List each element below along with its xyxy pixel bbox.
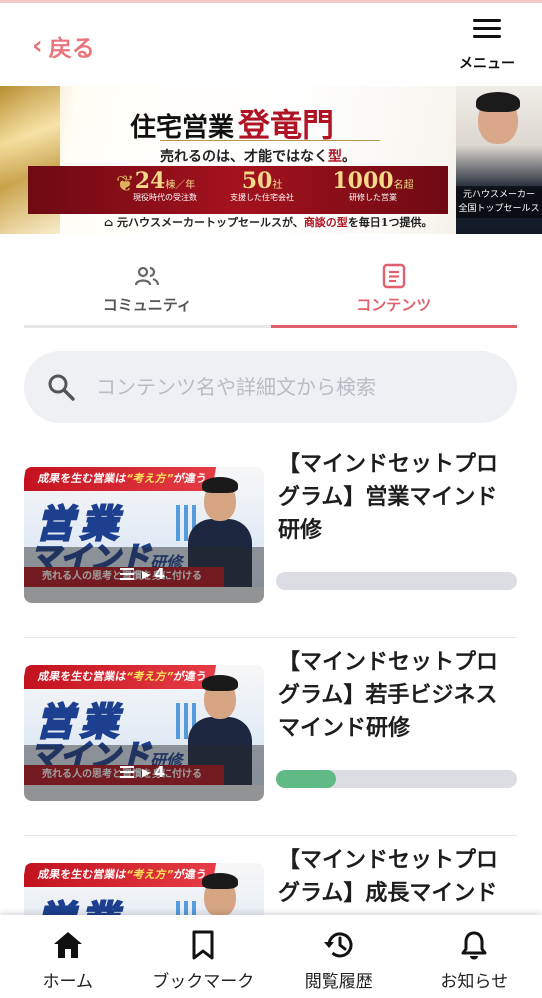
search-icon bbox=[46, 372, 84, 402]
history-icon bbox=[271, 929, 407, 961]
bookmark-icon bbox=[136, 929, 272, 961]
tab-community[interactable]: コミュニティ bbox=[24, 262, 271, 325]
tab-contents-label: コンテンツ bbox=[356, 296, 432, 314]
laurel-icon: ❦ bbox=[116, 172, 135, 197]
nav-bookmark[interactable]: ブックマーク bbox=[136, 915, 272, 998]
nav-home-label: ホーム bbox=[42, 972, 94, 992]
back-button[interactable]: ‹ 戻る bbox=[32, 29, 95, 63]
hamburger-icon bbox=[473, 17, 501, 39]
progress-bar bbox=[276, 770, 517, 788]
bell-icon bbox=[407, 929, 542, 961]
menu-label: メニュー bbox=[459, 56, 515, 72]
banner-person-photo: 元ハウスメーカー 全国トップセールス bbox=[456, 86, 542, 234]
content-thumbnail[interactable]: 成果を生む営業は“考え方”が違う 営業 マインド研修 売れる人の思考と習慣を身に… bbox=[24, 467, 264, 603]
bottom-navigation: ホーム ブックマーク 閲覧履歴 お知らせ bbox=[0, 915, 542, 998]
document-icon bbox=[271, 262, 518, 290]
content-item[interactable]: 成果を生む営業は“考え方”が違う 営業 マインド研修 売れる人の思考と習慣を身に… bbox=[24, 440, 517, 638]
person-caption-1: 元ハウスメーカー bbox=[462, 190, 535, 200]
list-icon bbox=[120, 765, 138, 779]
nav-notifications-label: お知らせ bbox=[440, 972, 509, 992]
banner-bottom-text: ⌂ 元ハウスメーカートップセールスが、商談の型を毎日1つ提供。 bbox=[104, 216, 433, 229]
lesson-count: ▶ 4 bbox=[120, 763, 165, 781]
app-header: ‹ 戻る メニュー bbox=[0, 3, 542, 86]
menu-button[interactable]: メニュー bbox=[454, 17, 520, 73]
search-input[interactable] bbox=[96, 375, 476, 399]
content-thumbnail[interactable]: 成果を生む営業は“考え方”が違う 営業 マインド研修 売れる人の思考と習慣を身に… bbox=[24, 665, 264, 801]
house-icon: ⌂ bbox=[104, 216, 114, 229]
nav-home[interactable]: ホーム bbox=[0, 915, 136, 998]
tab-contents[interactable]: コンテンツ bbox=[270, 262, 518, 328]
nav-history[interactable]: 閲覧履歴 bbox=[271, 915, 407, 998]
back-label: 戻る bbox=[48, 36, 95, 62]
content-title[interactable]: 【マインドセットプログラム】若手ビジネスマインド研修 bbox=[278, 646, 518, 745]
content-item[interactable]: 成果を生む営業は“考え方”が違う 営業 マインド研修 売れる人の思考と習慣を身に… bbox=[24, 638, 517, 836]
home-icon bbox=[0, 929, 136, 961]
content-title[interactable]: 【マインドセットプログラム】成長マインド bbox=[278, 844, 518, 910]
banner-stat: 50社 支援した住宅会社 bbox=[230, 168, 294, 202]
lesson-count: ▶ 4 bbox=[120, 565, 165, 583]
tab-community-label: コミュニティ bbox=[102, 296, 192, 314]
nav-history-label: 閲覧履歴 bbox=[304, 972, 373, 992]
content-title[interactable]: 【マインドセットプログラム】営業マインド研修 bbox=[278, 448, 518, 547]
banner-stat: 1000名超 研修した営業 bbox=[332, 168, 414, 202]
chevron-left-icon: ‹ bbox=[32, 31, 43, 61]
progress-bar bbox=[276, 572, 517, 590]
person-caption-2: 全国トップセールス bbox=[458, 204, 540, 214]
banner-rule bbox=[160, 140, 380, 141]
play-icon: ▶ bbox=[142, 567, 151, 581]
play-icon: ▶ bbox=[142, 765, 151, 779]
banner-stat: ❦ 24棟／年 現役時代の受注数 bbox=[116, 168, 197, 202]
nav-notifications[interactable]: お知らせ bbox=[407, 915, 542, 998]
banner-tagline: 売れるのは、才能ではなく型。 bbox=[160, 149, 356, 165]
list-icon bbox=[120, 567, 138, 581]
search-bar[interactable] bbox=[24, 351, 517, 423]
tab-bar: コミュニティ コンテンツ bbox=[24, 262, 517, 328]
people-icon bbox=[24, 262, 271, 290]
nav-bookmark-label: ブックマーク bbox=[152, 972, 255, 992]
hero-banner[interactable]: 住宅営業 登竜門 売れるのは、才能ではなく型。 ❦ 24棟／年 現役時代の受注数 … bbox=[0, 86, 542, 234]
